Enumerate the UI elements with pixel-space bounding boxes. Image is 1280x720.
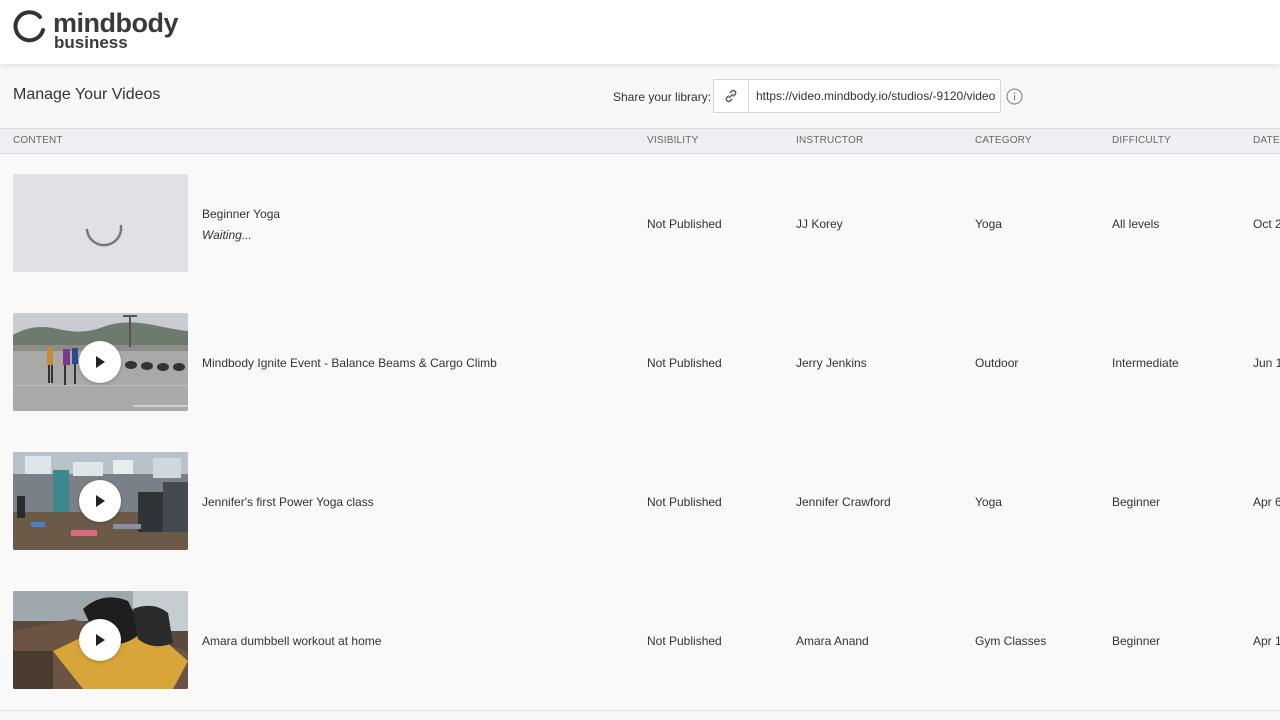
- visibility-cell: Not Published: [647, 356, 722, 370]
- share-url-text[interactable]: https://video.mindbody.io/studios/-9120/…: [756, 80, 996, 112]
- table-row[interactable]: Mindbody Ignite Event - Balance Beams & …: [0, 293, 1280, 433]
- video-thumbnail[interactable]: [13, 452, 188, 550]
- copy-link-button[interactable]: [714, 80, 749, 112]
- video-status: Waiting...: [202, 228, 252, 242]
- instructor-cell: Jerry Jenkins: [796, 356, 867, 370]
- table-row[interactable]: Beginner Yoga Waiting... Not Published J…: [0, 154, 1280, 294]
- video-thumbnail[interactable]: [13, 313, 188, 411]
- date-cell: Apr 6: [1253, 495, 1280, 509]
- play-button[interactable]: [79, 480, 121, 522]
- video-title[interactable]: Amara dumbbell workout at home: [202, 634, 381, 648]
- column-header-content[interactable]: CONTENT: [13, 129, 63, 153]
- play-button[interactable]: [79, 619, 121, 661]
- table-header: CONTENT VISIBILITY INSTRUCTOR CATEGORY D…: [0, 129, 1280, 154]
- column-header-instructor[interactable]: INSTRUCTOR: [796, 129, 863, 153]
- video-title[interactable]: Mindbody Ignite Event - Balance Beams & …: [202, 356, 497, 370]
- play-icon: [96, 634, 105, 646]
- column-header-date[interactable]: DATE C: [1253, 129, 1280, 153]
- category-cell: Yoga: [975, 217, 1002, 231]
- visibility-cell: Not Published: [647, 495, 722, 509]
- top-bar: mindbody business: [0, 0, 1280, 64]
- play-icon: [96, 356, 105, 368]
- share-library-label: Share your library:: [613, 90, 712, 104]
- info-icon[interactable]: [1006, 88, 1023, 105]
- brand-logo[interactable]: mindbody business: [13, 8, 213, 52]
- date-cell: Jun 1: [1253, 356, 1280, 370]
- library-header: Manage Your Videos Share your library: h…: [0, 64, 1280, 129]
- category-cell: Gym Classes: [975, 634, 1047, 648]
- video-thumbnail[interactable]: [13, 591, 188, 689]
- share-link-field[interactable]: https://video.mindbody.io/studios/-9120/…: [713, 79, 1001, 113]
- page-title: Manage Your Videos: [13, 86, 161, 103]
- difficulty-cell: Beginner: [1112, 495, 1161, 509]
- difficulty-cell: All levels: [1112, 217, 1160, 231]
- visibility-cell: Not Published: [647, 217, 722, 231]
- column-header-visibility[interactable]: VISIBILITY: [647, 129, 698, 153]
- video-thumbnail[interactable]: [13, 174, 188, 272]
- table-row[interactable]: Amara dumbbell workout at home Not Publi…: [0, 571, 1280, 711]
- date-cell: Apr 1: [1253, 634, 1280, 648]
- difficulty-cell: Intermediate: [1112, 356, 1179, 370]
- brand-subtitle: business: [54, 33, 128, 52]
- instructor-cell: JJ Korey: [796, 217, 843, 231]
- instructor-cell: Amara Anand: [796, 634, 869, 648]
- instructor-cell: Jennifer Crawford: [796, 495, 891, 509]
- mindbody-logo-icon: [13, 10, 45, 43]
- category-cell: Outdoor: [975, 356, 1019, 370]
- date-cell: Oct 2: [1253, 217, 1280, 231]
- difficulty-cell: Beginner: [1112, 634, 1161, 648]
- play-button[interactable]: [79, 341, 121, 383]
- category-cell: Yoga: [975, 495, 1002, 509]
- visibility-cell: Not Published: [647, 634, 722, 648]
- link-icon: [725, 89, 737, 103]
- column-header-difficulty[interactable]: DIFFICULTY: [1112, 129, 1171, 153]
- video-title[interactable]: Beginner Yoga: [202, 207, 280, 221]
- table-row[interactable]: Jennifer's first Power Yoga class Not Pu…: [0, 432, 1280, 572]
- video-title[interactable]: Jennifer's first Power Yoga class: [202, 495, 374, 509]
- column-header-category[interactable]: CATEGORY: [975, 129, 1032, 153]
- play-icon: [96, 495, 105, 507]
- loading-spinner-icon: [85, 224, 123, 247]
